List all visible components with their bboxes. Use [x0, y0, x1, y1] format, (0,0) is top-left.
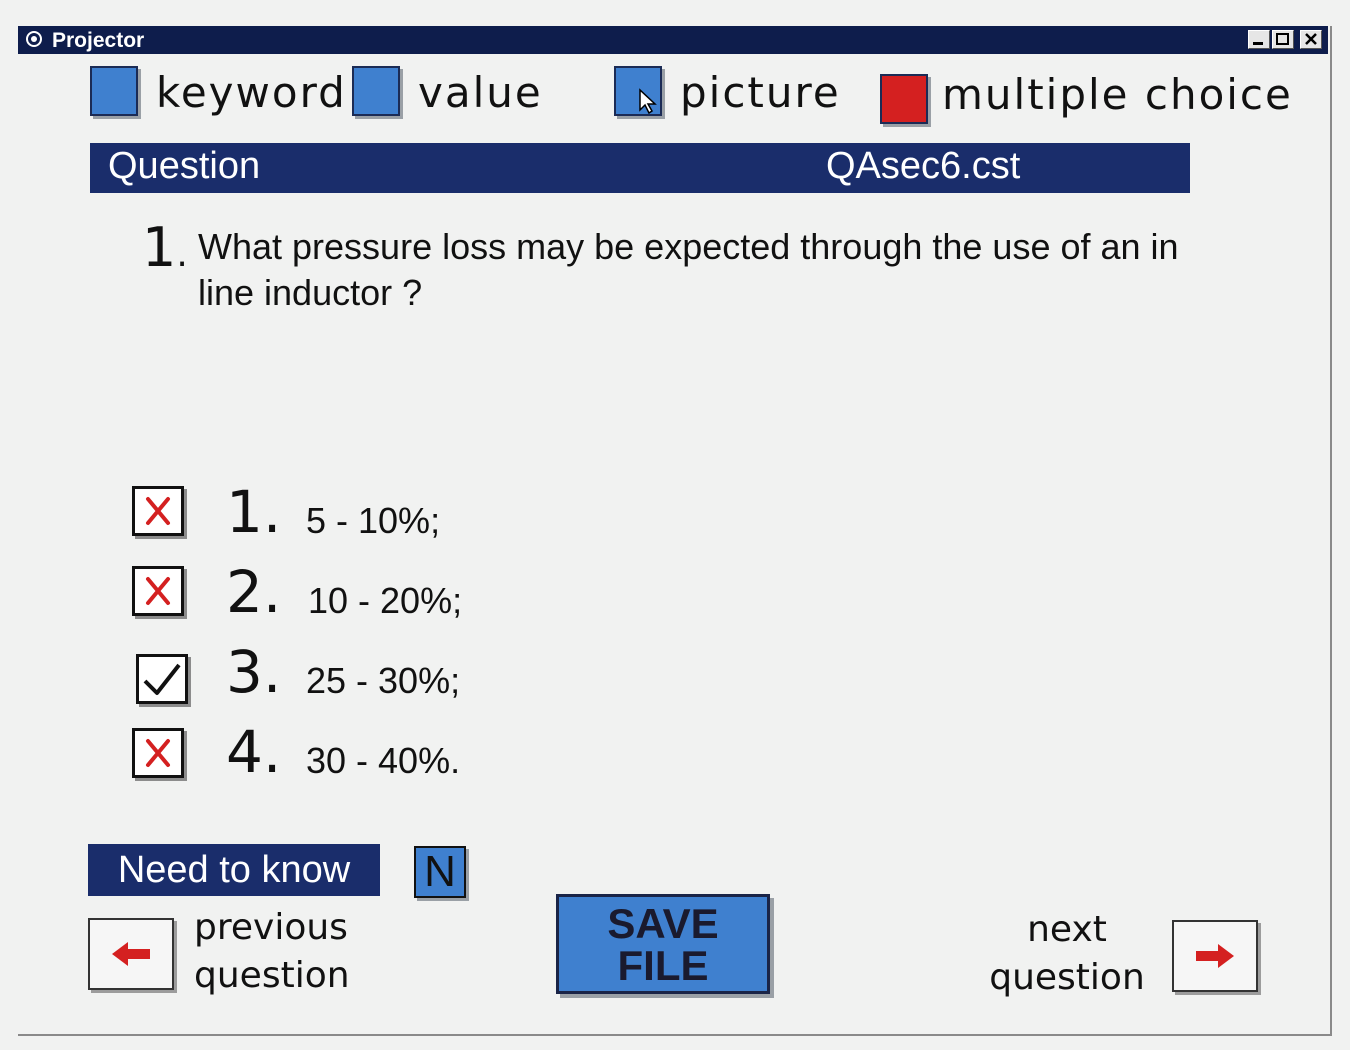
- option-2-number: 2.: [226, 558, 282, 626]
- title-bar[interactable]: Projector: [18, 26, 1328, 54]
- next-label-line2: question: [989, 957, 1145, 998]
- question-file-name: QAsec6.cst: [826, 145, 1021, 187]
- mouse-cursor-icon: [639, 88, 657, 114]
- next-question-label: next question: [984, 906, 1150, 1002]
- option-1-checkbox[interactable]: [132, 486, 184, 536]
- keyword-mode-label: keyword: [156, 68, 347, 117]
- maximize-icon[interactable]: [1272, 30, 1294, 49]
- option-4-checkbox[interactable]: [132, 728, 184, 778]
- check-mark-icon: [143, 663, 181, 695]
- window-title: Projector: [52, 29, 145, 52]
- save-label-line2: FILE: [617, 942, 709, 989]
- multiple-choice-mode-label: multiple choice: [942, 70, 1293, 119]
- option-1-number: 1.: [226, 478, 282, 546]
- projector-app-icon: [24, 30, 44, 48]
- question-number: 1.: [142, 216, 188, 279]
- question-text: What pressure loss may be expected throu…: [198, 226, 1179, 313]
- option-3-number: 3.: [226, 638, 282, 706]
- cross-mark-icon: [146, 577, 170, 605]
- option-3-text: 25 - 30%;: [306, 660, 461, 701]
- previous-label-line2: question: [194, 955, 350, 996]
- next-label-line1: next: [1027, 909, 1107, 950]
- need-to-know-button[interactable]: N: [414, 846, 466, 898]
- question-number-value: 1: [142, 216, 177, 279]
- multiple-choice-mode-button[interactable]: [880, 74, 928, 124]
- picture-mode-label: picture: [680, 68, 841, 117]
- question-heading: Question: [108, 145, 261, 187]
- question-header-bar: Question QAsec6.cst: [90, 143, 1190, 193]
- option-3-checkbox[interactable]: [136, 654, 188, 704]
- cross-mark-icon: [146, 739, 170, 767]
- option-4-text: 30 - 40%.: [306, 740, 461, 781]
- left-arrow-icon: [112, 942, 150, 966]
- value-mode-label: value: [418, 68, 543, 117]
- right-arrow-icon: [1196, 944, 1234, 968]
- option-2-checkbox[interactable]: [132, 566, 184, 616]
- picture-mode-button[interactable]: [614, 66, 662, 116]
- previous-question-button[interactable]: [88, 918, 174, 990]
- close-icon[interactable]: [1300, 30, 1322, 49]
- option-2-text: 10 - 20%;: [308, 580, 463, 621]
- save-label-line1: SAVE: [607, 900, 719, 947]
- option-4-number: 4.: [226, 718, 282, 786]
- minimize-icon[interactable]: [1248, 30, 1270, 49]
- save-file-button[interactable]: SAVE FILE: [556, 894, 770, 994]
- value-mode-button[interactable]: [352, 66, 400, 116]
- need-to-know-label: Need to know: [88, 844, 380, 896]
- keyword-mode-button[interactable]: [90, 66, 138, 116]
- option-1-text: 5 - 10%;: [306, 500, 441, 541]
- next-question-button[interactable]: [1172, 920, 1258, 992]
- cross-mark-icon: [146, 497, 170, 525]
- previous-question-label: previous question: [194, 904, 350, 1000]
- projector-window: Projector keyword value picture multiple…: [18, 26, 1332, 1036]
- previous-label-line1: previous: [194, 907, 348, 948]
